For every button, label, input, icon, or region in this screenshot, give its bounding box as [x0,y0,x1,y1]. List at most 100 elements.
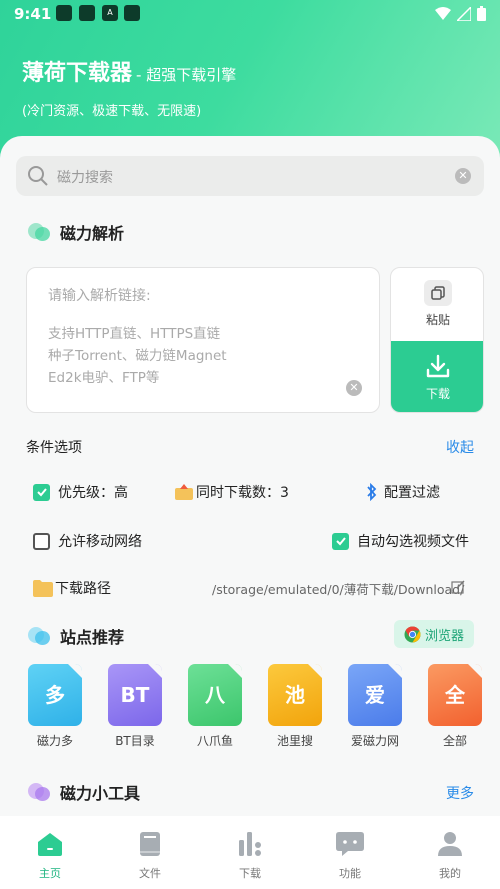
folder-icon [33,579,53,597]
hint-line: 支持HTTP直链、HTTPS直链 [48,326,221,342]
app-description: (冷门资源、极速下载、无限速) [22,104,202,119]
site-name: 全部 [442,734,467,748]
mobile-network-option[interactable]: 允许移动网络 [33,531,142,551]
status-time: 9:41 [14,5,52,23]
site-tile-icon: 全 [428,664,482,726]
parse-actions: 粘贴 下载 [390,267,484,413]
download-path-value: /storage/emulated/0/薄荷下载/Download/ [212,582,465,597]
app-title-sub: - 超强下载引擎 [136,66,237,84]
checkbox-checked-icon[interactable] [33,483,50,501]
site-item[interactable]: 全全部 [420,664,490,749]
battery-icon [477,6,486,21]
more-link[interactable]: 更多 [446,783,474,803]
paste-icon [424,280,452,306]
site-item[interactable]: 池池里搜 [260,664,330,749]
link-input[interactable]: 请输入解析链接: 支持HTTP直链、HTTPS直链 种子Torrent、磁力链M… [26,267,380,413]
site-name: BT目录 [115,734,155,748]
auto-video-label: 自动勾选视频文件 [357,534,469,550]
link-input-placeholder: 请输入解析链接: [48,288,151,304]
paste-label: 粘贴 [425,313,450,327]
tab-files[interactable]: 文件 [100,816,200,889]
app-title: 薄荷下载器 - 超强下载引擎 [22,55,236,87]
site-grid: 多磁力多 BT BT目录 八八爪鱼 池池里搜 爱爱磁力网 全全部 [20,664,490,749]
tab-label: 文件 [139,867,161,880]
bottom-tab-bar: 主页 文件 下载 功能 我的 [0,816,500,889]
search-icon [28,166,48,186]
filter-label: 配置过滤 [384,485,440,501]
concurrent-label: 同时下载数：3 [196,485,289,501]
tab-profile[interactable]: 我的 [400,816,500,889]
wifi-icon [435,6,451,20]
collapse-link[interactable]: 收起 [446,437,474,457]
site-tile-icon: 池 [268,664,322,726]
checkbox-unchecked-icon[interactable] [33,532,50,550]
site-item[interactable]: BT BT目录 [100,664,170,749]
section-icon [28,223,50,241]
search-input[interactable]: 磁力搜索 [57,167,113,187]
site-glyph: 多 [45,683,65,707]
download-button[interactable]: 下载 [391,341,483,412]
clear-icon[interactable]: ✕ [455,168,471,184]
tools-section-header: 磁力小工具 [28,780,140,804]
signal-icon [457,6,471,21]
site-glyph: 全 [445,683,465,707]
site-glyph: 八 [205,683,225,707]
tab-download[interactable]: 下载 [200,816,300,889]
site-tile-icon: BT [108,664,162,726]
section-icon [28,627,50,645]
app-title-main: 薄荷下载器 [22,61,133,86]
tab-label: 功能 [339,867,361,880]
tab-features[interactable]: 功能 [300,816,400,889]
site-item[interactable]: 多磁力多 [20,664,90,749]
paste-button[interactable]: 粘贴 [391,268,483,341]
download-path-option[interactable]: 下载路径 [33,578,111,598]
tab-home[interactable]: 主页 [0,816,100,889]
site-name: 磁力多 [36,734,73,748]
concurrent-option[interactable]: 同时下载数：3 [175,482,289,502]
site-name: 八爪鱼 [196,734,233,748]
section-title: 磁力小工具 [60,784,141,803]
user-icon [438,832,462,856]
edit-icon[interactable] [451,580,465,594]
hint-line: Ed2k电驴、FTP等 [48,370,160,386]
site-tile-icon: 爱 [348,664,402,726]
clear-icon[interactable]: ✕ [346,380,362,396]
folder-upload-icon [175,484,193,500]
site-glyph: 爱 [365,683,385,707]
notification-icon: A [102,5,118,21]
main-card: 磁力搜索 ✕ 磁力解析 请输入解析链接: 支持HTTP直链、HTTPS直链 种子… [0,136,500,816]
tab-label: 主页 [39,867,61,880]
site-item[interactable]: 八八爪鱼 [180,664,250,749]
notification-icon [56,5,72,21]
browser-label: 浏览器 [424,628,464,644]
section-title: 磁力解析 [60,224,125,243]
hint-line: 种子Torrent、磁力链Magnet [48,348,227,364]
checkbox-checked-icon[interactable] [332,532,349,550]
tab-label: 我的 [439,867,461,880]
section-title: 站点推荐 [60,628,125,647]
site-glyph: 池 [285,683,305,707]
download-label: 下载 [425,387,450,401]
filter-option[interactable]: 配置过滤 [364,482,440,502]
options-title: 条件选项 [26,440,82,456]
site-name: 爱磁力网 [350,734,399,748]
search-bar[interactable]: 磁力搜索 ✕ [16,156,484,196]
priority-label: 优先级：高 [58,485,128,501]
status-bar: 9:41 A [0,0,500,28]
site-tile-icon: 多 [28,664,82,726]
browser-button[interactable]: 浏览器 [394,620,474,648]
book-icon [140,832,160,856]
chrome-icon [404,626,421,642]
site-name: 池里搜 [276,734,313,748]
tab-label: 下载 [239,867,261,880]
section-icon [28,783,50,801]
priority-option[interactable]: 优先级：高 [33,482,128,502]
download-path-label: 下载路径 [55,581,111,597]
notification-icon [79,5,95,21]
sites-section-header: 站点推荐 [28,624,124,648]
auto-video-option[interactable]: 自动勾选视频文件 [332,531,469,551]
site-item[interactable]: 爱爱磁力网 [340,664,410,749]
site-tile-icon: 八 [188,664,242,726]
bluetooth-filter-icon [367,483,377,501]
notification-icon [124,5,140,21]
